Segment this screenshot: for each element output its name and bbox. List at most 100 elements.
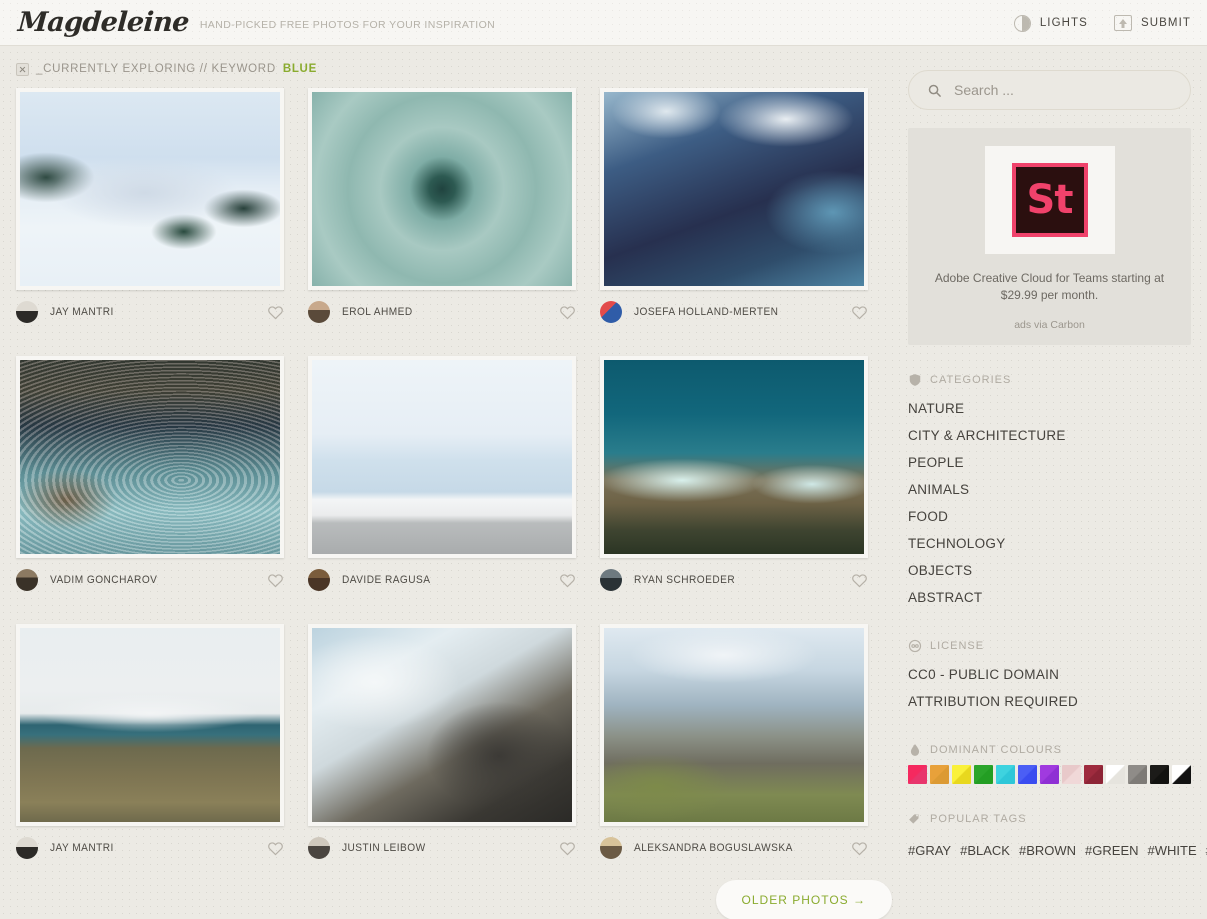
- heart-icon[interactable]: [559, 840, 576, 857]
- photo-meta: JAY MANTRI: [16, 290, 284, 330]
- photo-card: DAVIDE RAGUSA: [308, 356, 576, 598]
- close-box-icon[interactable]: [16, 63, 29, 76]
- heart-icon[interactable]: [559, 572, 576, 589]
- license-list: CC0 - PUBLIC DOMAINATTRIBUTION REQUIRED: [908, 661, 1191, 715]
- search-input[interactable]: [954, 82, 1172, 98]
- photo-card: ALEKSANDRA BOGUSLAWSKA: [600, 624, 868, 866]
- photo-thumbnail[interactable]: [600, 356, 868, 558]
- avatar[interactable]: [16, 301, 38, 323]
- colour-swatch-yellow[interactable]: [952, 765, 971, 784]
- adobe-stock-logo-icon: St: [1012, 163, 1088, 237]
- photo-thumbnail[interactable]: [308, 624, 576, 826]
- photo-thumbnail[interactable]: [308, 356, 576, 558]
- avatar[interactable]: [16, 569, 38, 591]
- photo-author[interactable]: DAVIDE RAGUSA: [342, 574, 430, 586]
- photo-meta: RYAN SCHROEDER: [600, 558, 868, 598]
- main-column: _CURRENTLY EXPLORING // KEYWORD BLUE JAY…: [16, 46, 892, 919]
- breadcrumb: _CURRENTLY EXPLORING // KEYWORD BLUE: [16, 55, 892, 83]
- advertisement[interactable]: St Adobe Creative Cloud for Teams starti…: [908, 128, 1191, 345]
- colour-swatch-darkred[interactable]: [1084, 765, 1103, 784]
- photo-meta: JAY MANTRI: [16, 826, 284, 866]
- photo-author[interactable]: EROL AHMED: [342, 306, 413, 318]
- popular-tag[interactable]: #GREEN: [1085, 843, 1138, 858]
- heart-icon[interactable]: [851, 840, 868, 857]
- colour-swatch-white[interactable]: [1106, 765, 1125, 784]
- heart-icon[interactable]: [851, 304, 868, 321]
- tags-title: POPULAR TAGS: [930, 813, 1027, 825]
- photo-author[interactable]: ALEKSANDRA BOGUSLAWSKA: [634, 842, 793, 854]
- heart-icon[interactable]: [559, 304, 576, 321]
- heart-icon[interactable]: [267, 840, 284, 857]
- popular-tag[interactable]: #WHITE: [1148, 843, 1197, 858]
- photo-thumbnail[interactable]: [600, 624, 868, 826]
- photo-thumbnail[interactable]: [16, 356, 284, 558]
- photo-card: JAY MANTRI: [16, 88, 284, 330]
- photo-thumbnail[interactable]: [16, 624, 284, 826]
- category-item[interactable]: PEOPLE: [908, 449, 1191, 476]
- site-header: Magdeleine HAND-PICKED FREE PHOTOS FOR Y…: [0, 0, 1207, 46]
- photo-card: VADIM GONCHAROV: [16, 356, 284, 598]
- license-item[interactable]: CC0 - PUBLIC DOMAIN: [908, 661, 1191, 688]
- category-item[interactable]: CITY & ARCHITECTURE: [908, 422, 1191, 449]
- avatar[interactable]: [308, 837, 330, 859]
- colour-swatch-black[interactable]: [1150, 765, 1169, 784]
- colour-swatch-blackwhite[interactable]: [1172, 765, 1191, 784]
- pagination: OLDER PHOTOS →: [16, 866, 892, 919]
- contrast-circle-icon: [1014, 15, 1031, 32]
- popular-tag[interactable]: #GRAY: [908, 843, 951, 858]
- photo-image-teal-agave-succulent-closeup: [312, 92, 572, 286]
- older-photos-button[interactable]: OLDER PHOTOS →: [716, 880, 892, 919]
- category-item[interactable]: ABSTRACT: [908, 584, 1191, 611]
- photo-author[interactable]: JAY MANTRI: [50, 306, 114, 318]
- category-item[interactable]: FOOD: [908, 503, 1191, 530]
- site-tagline: HAND-PICKED FREE PHOTOS FOR YOUR INSPIRA…: [200, 19, 495, 31]
- colour-swatch-pink[interactable]: [908, 765, 927, 784]
- colour-swatch-blue[interactable]: [1018, 765, 1037, 784]
- avatar[interactable]: [308, 569, 330, 591]
- photo-author[interactable]: RYAN SCHROEDER: [634, 574, 735, 586]
- categories-header: CATEGORIES: [908, 373, 1191, 387]
- license-item[interactable]: ATTRIBUTION REQUIRED: [908, 688, 1191, 715]
- photo-author[interactable]: JUSTIN LEIBOW: [342, 842, 426, 854]
- avatar[interactable]: [308, 301, 330, 323]
- breadcrumb-text: _CURRENTLY EXPLORING // KEYWORD: [36, 63, 276, 75]
- popular-tag[interactable]: #BROWN: [1019, 843, 1076, 858]
- page-body: _CURRENTLY EXPLORING // KEYWORD BLUE JAY…: [0, 46, 1207, 919]
- colour-swatch-gray[interactable]: [1128, 765, 1147, 784]
- colours-title: DOMINANT COLOURS: [930, 744, 1062, 756]
- avatar[interactable]: [600, 837, 622, 859]
- license-header: LICENSE: [908, 639, 1191, 653]
- colour-swatch-green[interactable]: [974, 765, 993, 784]
- category-item[interactable]: TECHNOLOGY: [908, 530, 1191, 557]
- avatar[interactable]: [16, 837, 38, 859]
- category-item[interactable]: OBJECTS: [908, 557, 1191, 584]
- photo-thumbnail[interactable]: [600, 88, 868, 290]
- colour-swatch-purple[interactable]: [1040, 765, 1059, 784]
- category-item[interactable]: ANIMALS: [908, 476, 1191, 503]
- photo-image-waves-crashing-on-dark-rocks: [312, 628, 572, 822]
- breadcrumb-keyword[interactable]: BLUE: [283, 63, 317, 75]
- photo-thumbnail[interactable]: [16, 88, 284, 290]
- heart-icon[interactable]: [267, 304, 284, 321]
- tag-list: #GRAY#BLACK#BROWN#GREEN#WHITE#TREES#BLUE…: [908, 834, 1191, 868]
- avatar[interactable]: [600, 569, 622, 591]
- lights-button[interactable]: LIGHTS: [1014, 15, 1088, 32]
- photo-card: JAY MANTRI: [16, 624, 284, 866]
- site-logo[interactable]: Magdeleine: [17, 9, 190, 36]
- heart-icon[interactable]: [851, 572, 868, 589]
- photo-author[interactable]: JOSEFA HOLLAND-MERTEN: [634, 306, 778, 318]
- popular-tag[interactable]: #BLACK: [960, 843, 1010, 858]
- search-box[interactable]: [908, 70, 1191, 110]
- colour-swatch-orange[interactable]: [930, 765, 949, 784]
- colour-swatch-lightpink[interactable]: [1062, 765, 1081, 784]
- photo-author[interactable]: JAY MANTRI: [50, 842, 114, 854]
- category-item[interactable]: NATURE: [908, 395, 1191, 422]
- photo-author[interactable]: VADIM GONCHAROV: [50, 574, 157, 586]
- lights-label: LIGHTS: [1040, 17, 1088, 29]
- avatar[interactable]: [600, 301, 622, 323]
- submit-button[interactable]: SUBMIT: [1114, 15, 1191, 31]
- heart-icon[interactable]: [267, 572, 284, 589]
- photo-thumbnail[interactable]: [308, 88, 576, 290]
- colour-swatch-cyan[interactable]: [996, 765, 1015, 784]
- submit-label: SUBMIT: [1141, 17, 1191, 29]
